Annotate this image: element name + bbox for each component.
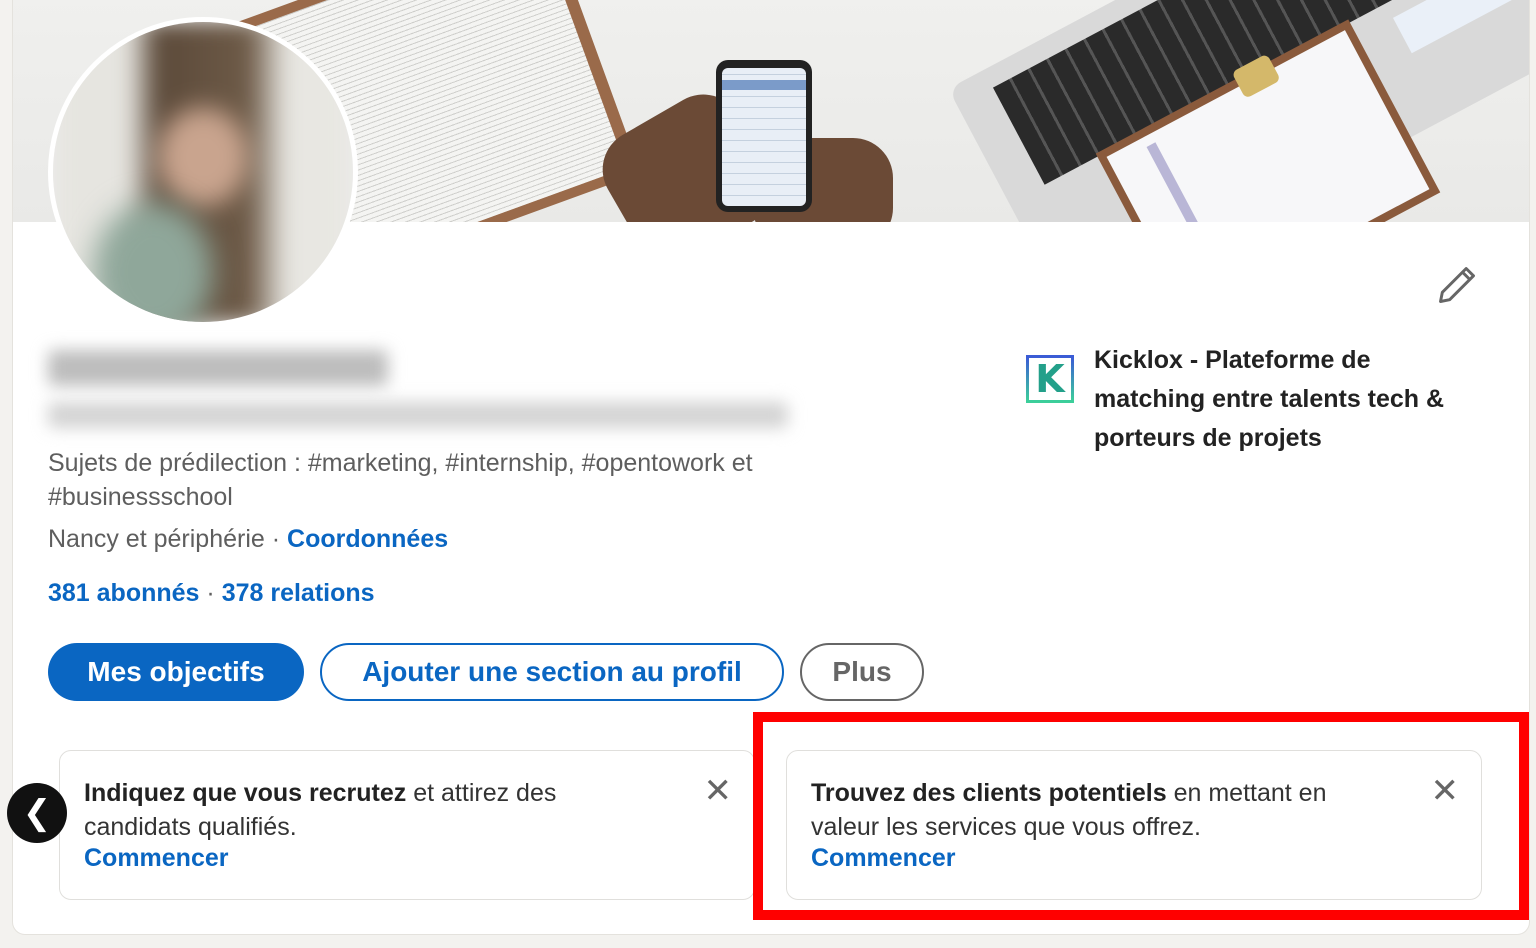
profile-actions: Mes objectifs Ajouter une section au pro… xyxy=(48,643,924,701)
contact-info-link[interactable]: Coordonnées xyxy=(287,525,448,553)
separator: · xyxy=(264,525,288,553)
my-goals-button[interactable]: Mes objectifs xyxy=(48,643,304,701)
separator: · xyxy=(206,579,222,607)
edit-profile-button[interactable] xyxy=(1435,263,1479,307)
profile-stats: 381 abonnés · 378 relations xyxy=(48,576,375,610)
promo-bold: Indiquez que vous recrutez xyxy=(84,779,407,807)
profile-photo[interactable] xyxy=(48,17,358,327)
profile-name-blurred xyxy=(48,350,388,386)
promo-card-hiring: Indiquez que vous recrutez et attirez de… xyxy=(59,750,755,900)
add-profile-section-button[interactable]: Ajouter une section au profil xyxy=(320,643,784,701)
profile-topics: Sujets de prédilection : #marketing, #in… xyxy=(48,449,753,511)
location-text: Nancy et périphérie xyxy=(48,525,265,553)
current-company[interactable]: K Kicklox - Plateforme de matching entre… xyxy=(1026,346,1464,458)
followers-link[interactable]: 381 abonnés xyxy=(48,579,199,607)
profile-location-line: Nancy et périphérie · Coordonnées xyxy=(48,522,448,556)
chevron-left-icon: ❮ xyxy=(22,793,52,833)
promo-text: Indiquez que vous recrutez et attirez de… xyxy=(84,776,644,844)
promo-start-link[interactable]: Commencer xyxy=(84,844,229,873)
profile-headline-blurred xyxy=(48,402,788,428)
company-logo: K xyxy=(1026,355,1074,403)
company-name: Kicklox - Plateforme de matching entre t… xyxy=(1094,346,1445,452)
banner-phone xyxy=(716,60,812,212)
annotation-highlight-box xyxy=(753,712,1529,920)
more-button[interactable]: Plus xyxy=(800,643,924,701)
connections-link[interactable]: 378 relations xyxy=(222,579,375,607)
carousel-prev-button[interactable]: ❮ xyxy=(7,783,67,843)
close-icon[interactable]: ✕ xyxy=(704,771,733,811)
pencil-icon xyxy=(1439,267,1475,303)
